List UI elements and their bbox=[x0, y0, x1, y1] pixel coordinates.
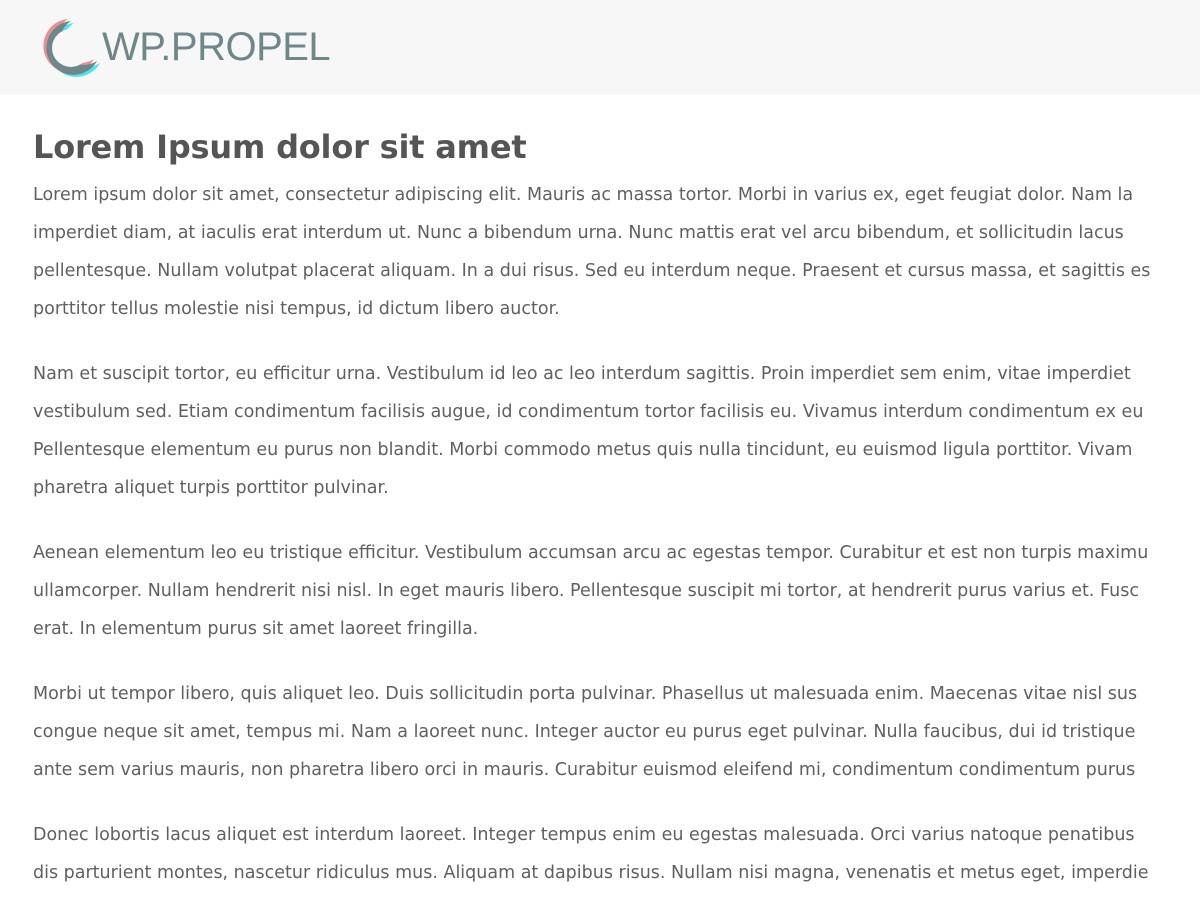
paragraph-4: Morbi ut tempor libero, quis aliquet leo… bbox=[33, 675, 1200, 789]
paragraph-2: Nam et suscipit tortor, eu efficitur urn… bbox=[33, 355, 1200, 507]
paragraph-line: erat. In elementum purus sit amet laoree… bbox=[33, 619, 479, 639]
paragraph-line: Aenean elementum leo eu tristique effici… bbox=[33, 543, 1149, 563]
paragraph-line: pharetra aliquet turpis porttitor pulvin… bbox=[33, 478, 389, 498]
paragraph-5: Donec lobortis lacus aliquet est interdu… bbox=[33, 816, 1200, 892]
paragraph-line: imperdiet diam, at iaculis erat interdum… bbox=[33, 223, 1124, 243]
paragraph-3: Aenean elementum leo eu tristique effici… bbox=[33, 534, 1200, 648]
paragraph-line: Nam et suscipit tortor, eu efficitur urn… bbox=[33, 364, 1131, 384]
paragraph-line: Lorem ipsum dolor sit amet, consectetur … bbox=[33, 185, 1134, 205]
site-header: WP.PROPEL bbox=[0, 0, 1200, 95]
paragraph-line: ante sem varius mauris, non pharetra lib… bbox=[33, 760, 1136, 780]
paragraph-line: congue neque sit amet, tempus mi. Nam a … bbox=[33, 722, 1136, 742]
paragraph-1: Lorem ipsum dolor sit amet, consectetur … bbox=[33, 176, 1200, 328]
main-content: Lorem Ipsum dolor sit amet Lorem ipsum d… bbox=[33, 127, 1200, 900]
paragraph-line: Pellentesque elementum eu purus non blan… bbox=[33, 440, 1133, 460]
paragraph-line: Morbi ut tempor libero, quis aliquet leo… bbox=[33, 684, 1138, 704]
logo-text: WP.PROPEL bbox=[102, 25, 331, 69]
paragraph-line: porttitor tellus molestie nisi tempus, i… bbox=[33, 299, 560, 319]
crescent-ring-logo-icon bbox=[43, 19, 100, 77]
paragraph-line: ullamcorper. Nullam hendrerit nisi nisl.… bbox=[33, 581, 1139, 601]
paragraph-line: dis parturient montes, nascetur ridiculu… bbox=[33, 863, 1149, 883]
paragraph-line: pellentesque. Nullam volutpat placerat a… bbox=[33, 261, 1151, 281]
page-title: Lorem Ipsum dolor sit amet bbox=[33, 128, 527, 166]
paragraph-line: Donec lobortis lacus aliquet est interdu… bbox=[33, 825, 1135, 845]
paragraph-line: vestibulum sed. Etiam condimentum facili… bbox=[33, 402, 1144, 422]
